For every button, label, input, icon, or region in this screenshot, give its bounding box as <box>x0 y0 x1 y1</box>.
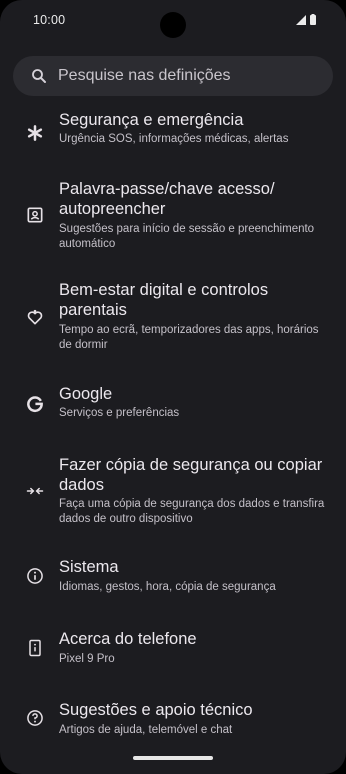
item-subtitle: Urgência SOS, informações médicas, alert… <box>59 133 289 145</box>
item-subtitle: Serviços e preferências <box>59 407 180 419</box>
item-title: Google <box>59 385 113 403</box>
status-time: 10:00 <box>33 13 66 27</box>
search-icon <box>32 69 46 83</box>
settings-screen: 10:00 Pesquise nas definições Segurança … <box>0 0 346 774</box>
item-title: Palavra-passe/chave acesso/ autopreenche… <box>59 180 275 218</box>
item-subtitle: Artigos de ajuda, telemóvel e chat <box>59 724 233 736</box>
settings-item-help[interactable]: Sugestões e apoio técnico Artigos de aju… <box>0 670 346 736</box>
phone-info-icon <box>29 639 41 657</box>
search-placeholder: Pesquise nas definições <box>58 67 231 84</box>
status-bar: 10:00 <box>0 0 346 40</box>
item-subtitle: Sugestões para início de sessão e preenc… <box>59 223 315 250</box>
item-subtitle: Pixel 9 Pro <box>59 653 115 665</box>
transfer-icon <box>26 487 44 495</box>
battery-icon <box>310 14 316 25</box>
settings-item-backup[interactable]: Fazer cópia de segurança ou copiar dados… <box>0 452 346 532</box>
asterisk-icon <box>27 125 43 141</box>
settings-item-google[interactable]: Google Serviços e preferências <box>0 380 346 426</box>
google-icon <box>27 396 43 413</box>
info-icon <box>27 568 43 584</box>
settings-item-wellbeing[interactable]: Bem-estar digital e controlos parentais … <box>0 278 346 360</box>
settings-item-passwords[interactable]: Palavra-passe/chave acesso/ autopreenche… <box>0 174 346 256</box>
settings-item-system[interactable]: Sistema Idiomas, gestos, hora, cópia de … <box>0 554 346 600</box>
item-subtitle: Tempo ao ecrã, temporizadores das apps, … <box>59 324 319 351</box>
account-box-icon <box>27 207 43 223</box>
signal-icon <box>296 14 306 25</box>
item-title: Acerca do telefone <box>59 630 197 648</box>
home-indicator[interactable] <box>133 756 213 760</box>
item-subtitle: Idiomas, gestos, hora, cópia de seguranç… <box>59 581 276 593</box>
search-bar[interactable]: Pesquise nas definições <box>13 56 333 96</box>
camera-cutout <box>160 12 186 38</box>
item-subtitle: Faça uma cópia de segurança dos dados e … <box>59 498 325 525</box>
item-title: Sistema <box>59 558 119 576</box>
item-title: Segurança e emergência <box>59 111 244 129</box>
status-icons <box>296 14 316 25</box>
help-icon <box>27 710 43 726</box>
item-title: Fazer cópia de segurança ou copiar dados <box>59 456 323 494</box>
item-title: Sugestões e apoio técnico <box>59 701 253 719</box>
heart-person-icon <box>27 309 43 325</box>
settings-item-safety[interactable]: Segurança e emergência Urgência SOS, inf… <box>0 106 346 156</box>
settings-item-about-phone[interactable]: Acerca do telefone Pixel 9 Pro <box>0 626 346 672</box>
item-title: Bem-estar digital e controlos parentais <box>59 281 269 319</box>
